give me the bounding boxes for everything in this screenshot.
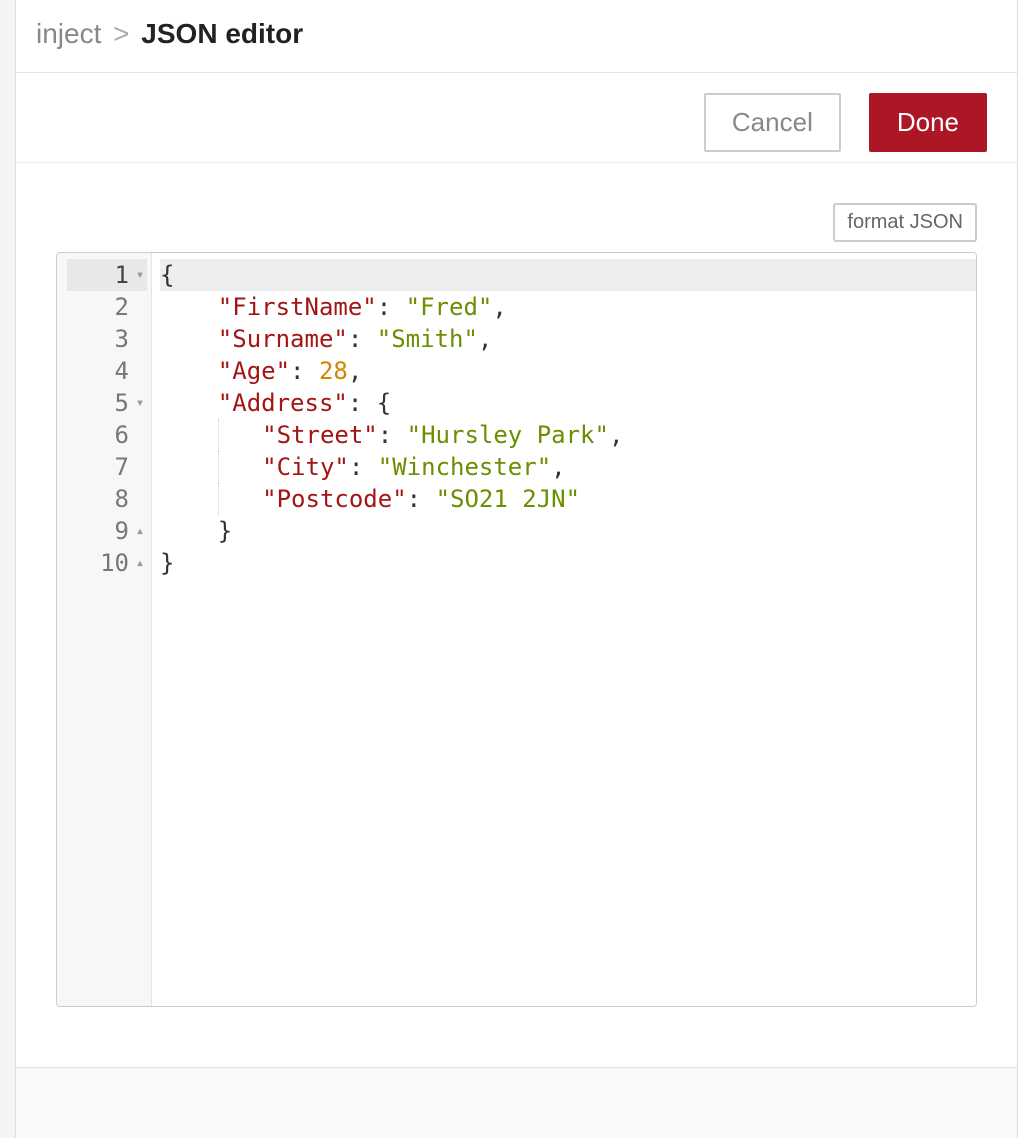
cancel-button[interactable]: Cancel <box>704 93 841 152</box>
code-line[interactable]: { <box>160 259 976 291</box>
done-button[interactable]: Done <box>869 93 987 152</box>
gutter-line: 1▾ <box>67 259 147 291</box>
breadcrumb-parent[interactable]: inject <box>36 18 101 49</box>
breadcrumb-separator: > <box>109 18 133 49</box>
code-line[interactable]: "Street": "Hursley Park", <box>160 419 976 451</box>
gutter-line: 9▴ <box>67 515 147 547</box>
line-number: 7 <box>95 451 129 483</box>
toolbar: Cancel Done <box>16 73 1017 163</box>
line-number: 2 <box>95 291 129 323</box>
fold-expand-icon[interactable]: ▴ <box>133 547 147 579</box>
line-number: 9 <box>95 515 129 547</box>
code-line[interactable]: "Address": { <box>160 387 976 419</box>
line-number: 1 <box>95 259 129 291</box>
fold-collapse-icon[interactable]: ▾ <box>133 387 147 419</box>
code-content[interactable]: { "FirstName": "Fred", "Surname": "Smith… <box>152 253 976 1006</box>
code-line[interactable]: } <box>160 515 976 547</box>
line-gutter: 1▾2345▾6789▴10▴ <box>57 253 152 1006</box>
gutter-line: 2 <box>67 291 147 323</box>
line-number: 10 <box>95 547 129 579</box>
code-line[interactable]: "FirstName": "Fred", <box>160 291 976 323</box>
line-number: 8 <box>95 483 129 515</box>
json-editor-panel: inject > JSON editor Cancel Done format … <box>15 0 1018 1138</box>
gutter-line: 3 <box>67 323 147 355</box>
code-line[interactable]: "Surname": "Smith", <box>160 323 976 355</box>
line-number: 6 <box>95 419 129 451</box>
line-number: 4 <box>95 355 129 387</box>
code-line[interactable]: "Age": 28, <box>160 355 976 387</box>
gutter-line: 10▴ <box>67 547 147 579</box>
fold-expand-icon[interactable]: ▴ <box>133 515 147 547</box>
line-number: 5 <box>95 387 129 419</box>
gutter-line: 5▾ <box>67 387 147 419</box>
line-number: 3 <box>95 323 129 355</box>
editor-area: format JSON 1▾2345▾6789▴10▴ { "FirstName… <box>16 163 1017 1067</box>
page-title: JSON editor <box>141 18 303 49</box>
gutter-line: 8 <box>67 483 147 515</box>
gutter-line: 7 <box>67 451 147 483</box>
code-editor[interactable]: 1▾2345▾6789▴10▴ { "FirstName": "Fred", "… <box>56 252 977 1007</box>
panel-footer <box>16 1067 1017 1138</box>
code-line[interactable]: "City": "Winchester", <box>160 451 976 483</box>
gutter-line: 6 <box>67 419 147 451</box>
code-line[interactable]: } <box>160 547 976 579</box>
fold-collapse-icon[interactable]: ▾ <box>133 259 147 291</box>
breadcrumb: inject > JSON editor <box>16 0 1017 73</box>
gutter-line: 4 <box>67 355 147 387</box>
format-json-button[interactable]: format JSON <box>833 203 977 242</box>
code-line[interactable]: "Postcode": "SO21 2JN" <box>160 483 976 515</box>
